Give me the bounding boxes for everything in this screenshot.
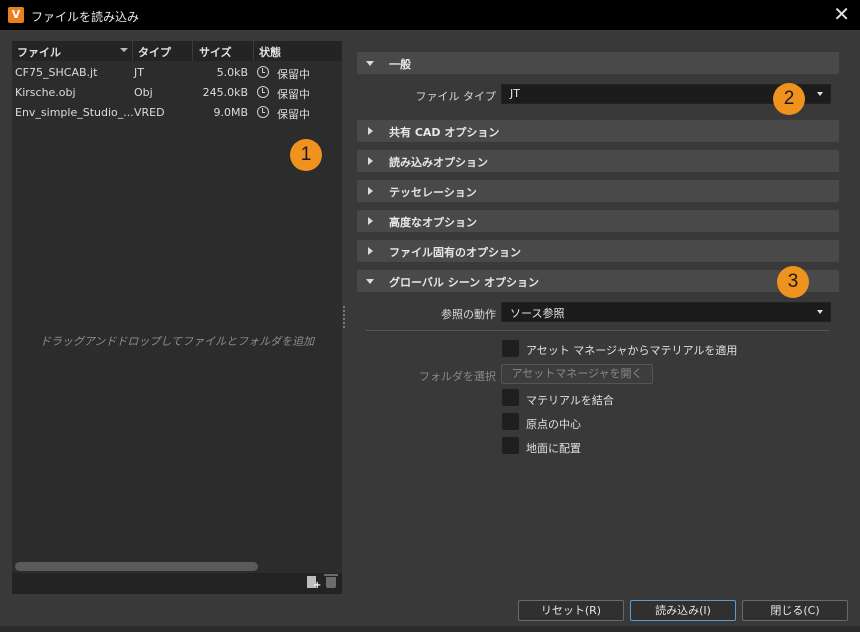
place-on-ground-checkbox[interactable] [502,437,519,454]
file-status: 保留中 [277,88,310,101]
column-header-status[interactable]: 状態 [259,44,281,60]
merge-materials-label: マテリアルを結合 [526,394,614,407]
sort-down-icon [120,48,128,52]
reference-behavior-label: 参照の動作 [441,308,496,321]
trash-icon[interactable] [324,574,338,588]
file-name: Env_simple_Studio_... [15,106,134,119]
section-general[interactable]: 一般 [357,52,839,74]
file-type: Obj [134,86,153,99]
section-import-options[interactable]: 読み込みオプション [357,150,839,172]
chevron-right-icon [368,157,373,165]
chevron-right-icon [368,247,373,255]
column-divider [253,41,254,61]
file-table-header: ファイル タイプ サイズ 状態 [12,41,342,61]
file-size: 245.0kB [202,86,248,99]
chevron-right-icon [368,187,373,195]
vred-app-icon: V [8,7,24,23]
center-origin-checkbox[interactable] [502,413,519,430]
chevron-right-icon [368,217,373,225]
section-title: 読み込みオプション [389,156,488,169]
apply-materials-checkbox[interactable] [502,340,519,357]
file-name: CF75_SHCAB.jt [15,66,98,79]
close-button[interactable]: 閉じる(C) [742,600,848,621]
title-bar: V ファイルを読み込み ✕ [0,0,860,30]
center-origin-label: 原点の中心 [526,418,581,431]
column-divider [132,41,133,61]
section-global-scene[interactable]: グローバル シーン オプション [357,270,839,292]
section-title: テッセレーション [389,186,477,199]
file-type: VRED [134,106,165,119]
table-row[interactable]: CF75_SHCAB.jt JT 5.0kB 保留中 [12,62,342,82]
select-folder-label: フォルダを選択 [419,370,496,383]
clock-icon [257,106,269,118]
section-title: 共有 CAD オプション [389,126,500,139]
section-tessellation[interactable]: テッセレーション [357,180,839,202]
annotation-badge-3: 3 [777,266,809,298]
place-on-ground-label: 地面に配置 [526,442,581,455]
dropdown-arrow-icon [817,310,823,314]
section-title: ファイル固有のオプション [389,246,521,259]
section-advanced[interactable]: 高度なオプション [357,210,839,232]
table-row[interactable]: Kirsche.obj Obj 245.0kB 保留中 [12,82,342,102]
dropdown-arrow-icon [817,92,823,96]
section-shared-cad[interactable]: 共有 CAD オプション [357,120,839,142]
annotation-badge-1: 1 [290,139,322,171]
chevron-right-icon [368,127,373,135]
reference-behavior-value: ソース参照 [510,307,565,320]
file-type-label: ファイル タイプ [415,90,497,103]
close-window-icon[interactable]: ✕ [833,3,850,25]
divider [366,330,829,331]
file-type-value: JT [510,87,520,100]
clock-icon [257,86,269,98]
table-row[interactable]: Env_simple_Studio_... VRED 9.0MB 保留中 [12,102,342,122]
column-header-type[interactable]: タイプ [138,44,171,60]
file-list-toolbar [12,573,342,594]
section-file-specific[interactable]: ファイル固有のオプション [357,240,839,262]
section-title: グローバル シーン オプション [389,276,539,289]
chevron-down-icon [366,61,374,66]
column-divider [192,41,193,61]
column-header-file[interactable]: ファイル [17,44,61,60]
chevron-down-icon [366,279,374,284]
horizontal-scrollbar[interactable] [15,562,258,571]
panel-splitter-handle[interactable] [343,306,345,328]
background-strip [0,626,860,632]
reference-behavior-dropdown[interactable]: ソース参照 [501,302,831,322]
add-file-icon[interactable] [307,576,321,591]
file-type: JT [134,66,144,79]
file-name: Kirsche.obj [15,86,76,99]
import-button[interactable]: 読み込み(I) [630,600,736,621]
annotation-badge-2: 2 [773,83,805,115]
open-asset-manager-button[interactable]: アセットマネージャを開く [501,364,653,384]
section-title: 一般 [389,58,411,71]
file-status: 保留中 [277,108,310,121]
section-title: 高度なオプション [389,216,477,229]
file-list-panel: ファイル タイプ サイズ 状態 CF75_SHCAB.jt JT 5.0kB 保… [12,41,342,594]
drop-zone-hint: ドラッグアンドドロップしてファイルとフォルダを追加 [39,335,315,348]
file-size: 9.0MB [213,106,248,119]
column-header-size[interactable]: サイズ [199,44,232,60]
file-status: 保留中 [277,68,310,81]
file-size: 5.0kB [216,66,248,79]
merge-materials-checkbox[interactable] [502,389,519,406]
apply-materials-label: アセット マネージャからマテリアルを適用 [526,344,738,357]
window-title: ファイルを読み込み [31,10,140,24]
reset-button[interactable]: リセット(R) [518,600,624,621]
clock-icon [257,66,269,78]
